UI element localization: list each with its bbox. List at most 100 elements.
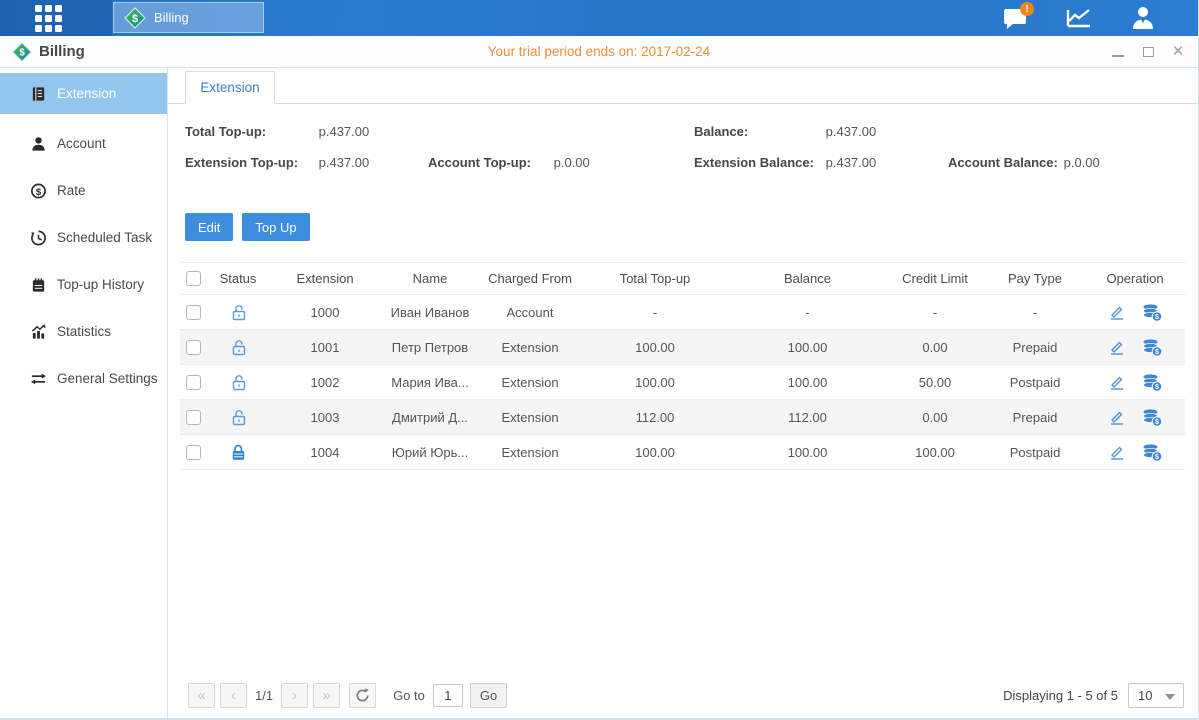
trial-period-message: Your trial period ends on: 2017-02-24 [0,44,1198,59]
summary-value: p.437.00 [319,155,370,170]
summary-account-balance: Account Balance: p.0.00 [948,155,1100,170]
column-header-operation[interactable]: Operation [1085,271,1185,286]
extension-cell: 1000 [270,305,380,320]
page-size-value: 10 [1138,688,1152,703]
sidebar-item-extension[interactable]: Extension [0,73,167,114]
sidebar-item-label: Rate [57,183,86,198]
extension-table: Status Extension Name Charged From Total… [180,262,1185,470]
sidebar-item-rate[interactable]: $ Rate [0,167,167,214]
total-topup-cell: 100.00 [580,375,730,390]
row-checkbox[interactable] [186,375,201,390]
first-page-button[interactable] [188,683,215,708]
table-row[interactable]: 1004 Юрий Юрь... Extension 100.00 100.00… [180,435,1185,470]
last-page-button[interactable] [313,683,340,708]
column-header-total-topup[interactable]: Total Top-up [580,271,730,286]
table-header-row: Status Extension Name Charged From Total… [180,262,1185,295]
top-up-button[interactable]: Top Up [242,213,309,241]
table-row[interactable]: 1001 Петр Петров Extension 100.00 100.00… [180,330,1185,365]
total-topup-cell: 112.00 [580,410,730,425]
goto-label: Go to [393,688,425,703]
pay-type-cell: Postpaid [985,375,1085,390]
lock-open-icon [229,373,248,392]
table-row[interactable]: 1000 Иван Иванов Account - - - - [180,295,1185,330]
edit-pencil-icon[interactable] [1108,443,1126,461]
close-icon [1172,45,1183,59]
window-title-bar: $ Billing Your trial period ends on: 201… [0,36,1198,68]
tab-extension[interactable]: Extension [185,71,275,104]
row-checkbox[interactable] [186,340,201,355]
top-up-coins-icon[interactable]: $ [1142,443,1163,462]
sidebar-item-scheduled-task[interactable]: Scheduled Task [0,214,167,261]
svg-text:$: $ [1155,384,1159,391]
column-header-status[interactable]: Status [206,271,270,286]
go-button[interactable]: Go [470,683,507,708]
pay-type-cell: Prepaid [985,410,1085,425]
maximize-button[interactable] [1140,44,1156,60]
top-up-coins-icon[interactable]: $ [1142,408,1163,427]
summary-value: p.437.00 [826,124,877,139]
edit-pencil-icon[interactable] [1108,373,1126,391]
app-launcher-grid-icon[interactable] [35,5,71,31]
column-header-charged-from[interactable]: Charged From [480,271,580,286]
refresh-button[interactable] [349,683,376,708]
goto-page-input[interactable] [433,684,463,707]
minimize-icon [1112,55,1124,57]
sidebar-item-account[interactable]: Account [0,120,167,167]
name-cell: Дмитрий Д... [380,410,480,425]
status-cell[interactable] [206,303,270,322]
column-header-name[interactable]: Name [380,271,480,286]
row-checkbox[interactable] [186,305,201,320]
reports-button[interactable] [1064,3,1094,33]
billing-app-window: $ Billing [0,0,1199,720]
sidebar-item-general-settings[interactable]: General Settings [0,355,167,402]
table-row[interactable]: 1003 Дмитрий Д... Extension 112.00 112.0… [180,400,1185,435]
pagination-bar: 1/1 Go to Go Displaying 1 - 5 of 5 10 [188,680,1184,710]
edit-button[interactable]: Edit [185,213,233,241]
summary-label: Account Top-up: [428,155,550,170]
minimize-button[interactable] [1110,44,1126,60]
summary-label: Balance: [694,124,822,139]
statistics-chart-icon [30,323,47,341]
status-cell[interactable] [206,408,270,427]
column-header-balance[interactable]: Balance [730,271,885,286]
row-checkbox[interactable] [186,445,201,460]
pay-type-cell: Prepaid [985,340,1085,355]
summary-balance: Balance: p.437.00 [694,124,876,139]
sidebar-item-topup-history[interactable]: Top-up History [0,261,167,308]
topbar-billing-tab[interactable]: $ Billing [113,2,264,33]
sidebar-item-statistics[interactable]: Statistics [0,308,167,355]
notification-badge [1020,2,1034,16]
operation-cell: $ [1085,303,1185,322]
page-size-select[interactable]: 10 [1128,683,1184,708]
svg-text:$: $ [36,186,42,197]
edit-pencil-icon[interactable] [1108,303,1126,321]
column-header-extension[interactable]: Extension [270,271,380,286]
next-page-button[interactable] [281,683,308,708]
top-up-coins-icon[interactable]: $ [1142,338,1163,357]
previous-page-button[interactable] [220,683,247,708]
column-header-pay-type[interactable]: Pay Type [985,271,1085,286]
row-checkbox[interactable] [186,410,201,425]
status-cell[interactable] [206,338,270,357]
table-row[interactable]: 1002 Мария Ива... Extension 100.00 100.0… [180,365,1185,400]
top-up-coins-icon[interactable]: $ [1142,303,1163,322]
summary-total-topup: Total Top-up: p.437.00 [185,124,369,139]
user-account-button[interactable] [1128,3,1158,33]
summary-value: p.437.00 [826,155,877,170]
column-header-credit-limit[interactable]: Credit Limit [885,271,985,286]
edit-pencil-icon[interactable] [1108,408,1126,426]
extension-cell: 1003 [270,410,380,425]
messages-button[interactable] [1000,3,1030,33]
top-up-coins-icon[interactable]: $ [1142,373,1163,392]
select-all-checkbox[interactable] [186,271,201,286]
edit-pencil-icon[interactable] [1108,338,1126,356]
status-cell[interactable] [206,373,270,392]
name-cell: Мария Ива... [380,375,480,390]
credit-limit-cell: - [885,305,985,320]
status-cell[interactable] [206,443,270,462]
balance-cell: - [730,305,885,320]
close-button[interactable] [1170,44,1186,60]
charged-from-cell: Account [480,305,580,320]
window-controls [1110,36,1186,68]
line-chart-icon [1065,6,1093,30]
